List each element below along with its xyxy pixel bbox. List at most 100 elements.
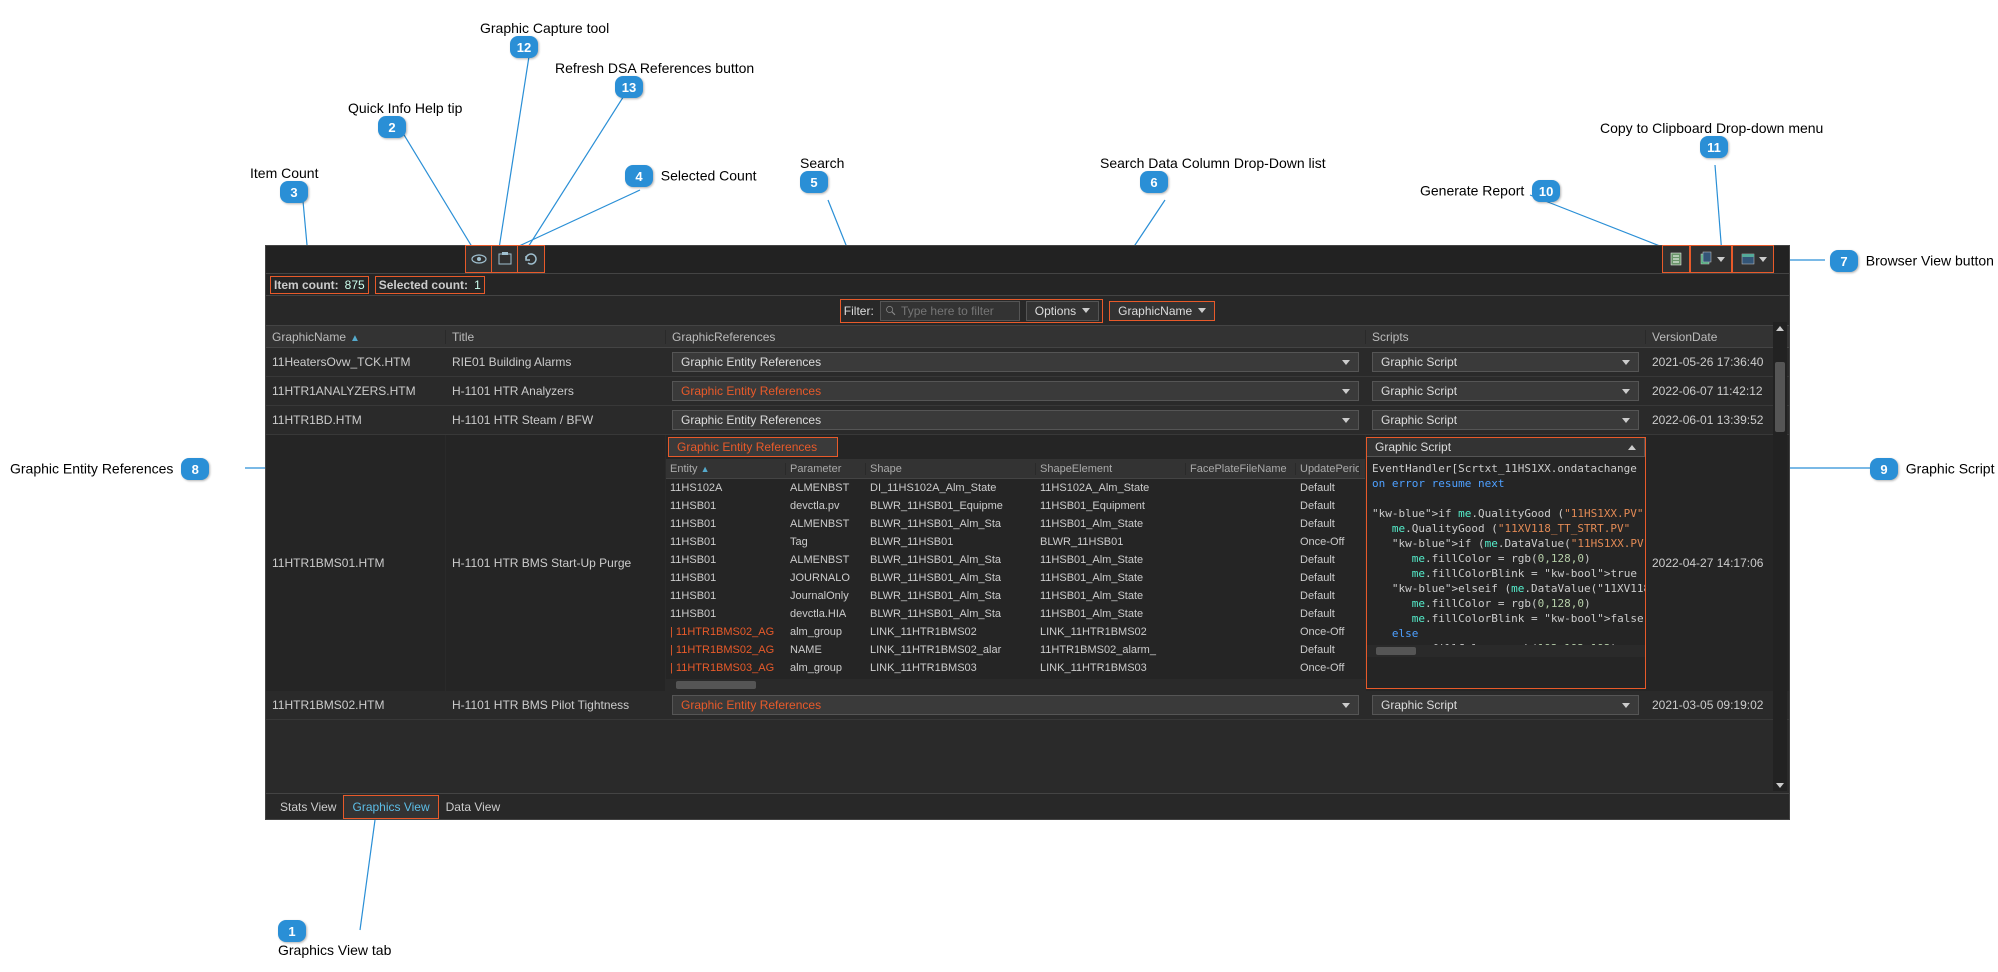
subgrid-row[interactable]: 11HSB01JOURNALOBLWR_11HSB01_Alm_Sta11HSB… — [666, 569, 1365, 587]
browser-icon — [1740, 251, 1756, 267]
chevron-up-icon — [1628, 445, 1636, 450]
graphic-capture-button[interactable] — [492, 246, 518, 272]
cell-refs: Graphic Entity References — [666, 377, 1366, 405]
filter-column-dropdown[interactable]: GraphicName — [1109, 301, 1215, 321]
annotation-9: 9 Graphic Script — [1870, 458, 1994, 480]
cell-title: RIE01 Building Alarms — [446, 348, 666, 376]
subcell-shape: BLWR_11HSB01_Equipme — [866, 500, 1036, 512]
filter-options-dropdown[interactable]: Options — [1026, 301, 1099, 321]
subgrid-header: Entity ▲ Parameter Shape ShapeElement Fa… — [666, 459, 1365, 479]
refs-expander[interactable]: Graphic Entity References — [672, 695, 1359, 715]
refresh-dsa-button[interactable] — [518, 246, 544, 272]
annotation-7: 7 Browser View button — [1830, 250, 1994, 272]
subcell-shapeelement: LINK_11HTR1BMS03 — [1036, 662, 1186, 674]
subcell-entity: 11HSB01 — [666, 554, 786, 566]
table-row[interactable]: 11HTR1BD.HTMH-1101 HTR Steam / BFW Graphi… — [266, 406, 1789, 435]
subgrid-row[interactable]: | 11HTR1BMS03_AGalm_groupLINK_11HTR1BMS0… — [666, 659, 1365, 677]
subgrid-row[interactable]: 11HSB01devctla.pvBLWR_11HSB01_Equipme11H… — [666, 497, 1365, 515]
subgrid-row[interactable]: | 11HTR1BMS02_AGalm_groupLINK_11HTR1BMS0… — [666, 623, 1365, 641]
cell-graphicname: 11HTR1BD.HTM — [266, 406, 446, 434]
toolbar — [266, 246, 1789, 274]
subcell-parameter: ALMENBST — [786, 482, 866, 494]
subgrid-hscrollbar[interactable] — [666, 679, 1365, 691]
tab-graphics[interactable]: Graphics View — [344, 796, 437, 818]
scripts-expander[interactable]: Graphic Script — [1372, 410, 1639, 430]
filter-options-label: Options — [1035, 304, 1076, 318]
subcell-entity: 11HSB01 — [666, 536, 786, 548]
script-hscrollbar[interactable] — [1366, 645, 1645, 657]
scroll-down-icon[interactable] — [1775, 779, 1785, 791]
subcol-updateperiod[interactable]: UpdatePeriod — [1296, 463, 1360, 475]
subcell-entity: 11HSB01 — [666, 518, 786, 530]
table-row[interactable]: 11HeatersOvw_TCK.HTMRIE01 Building Alarm… — [266, 348, 1789, 377]
col-header-graphicname[interactable]: GraphicName▲ — [266, 330, 446, 344]
subcol-faceplate[interactable]: FacePlateFileName — [1186, 463, 1296, 475]
generate-report-button[interactable] — [1663, 246, 1689, 272]
expanded-date-cell: 2022-04-27 14:17:06 — [1646, 435, 1776, 691]
col-header-refs[interactable]: GraphicReferences — [666, 330, 1366, 344]
copy-clipboard-button[interactable] — [1691, 246, 1731, 272]
browser-view-button[interactable] — [1733, 246, 1773, 272]
subgrid-row[interactable]: | 11HTR1BMS02_AGNAMELINK_11HTR1BMS02_ala… — [666, 641, 1365, 659]
chevron-down-icon — [1759, 257, 1767, 262]
subgrid-row[interactable]: 11HSB01ALMENBSTBLWR_11HSB01_Alm_Sta11HSB… — [666, 551, 1365, 569]
subgrid-row[interactable]: 11HS102AALMENBSTDI_11HS102A_Alm_State11H… — [666, 479, 1365, 497]
cell-graphicname: 11HTR1BMS02.HTM — [266, 691, 446, 719]
subgrid-row[interactable]: 11HSB01JournalOnlyBLWR_11HSB01_Alm_Sta11… — [666, 587, 1365, 605]
subcol-entity[interactable]: Entity ▲ — [666, 463, 786, 475]
refresh-icon — [523, 251, 539, 267]
refs-expander[interactable]: Graphic Entity References — [672, 352, 1359, 372]
chevron-down-icon — [1198, 308, 1206, 313]
grid-header: GraphicName▲ Title GraphicReferences Scr… — [266, 326, 1789, 348]
annotation-3: Item Count3 — [250, 165, 318, 203]
expanded-row: 11HTR1BMS01.HTM H-1101 HTR BMS Start-Up … — [266, 435, 1789, 691]
annotation-10: Generate Report 10 — [1420, 180, 1560, 202]
subgrid-row[interactable]: 11HSB01ALMENBSTBLWR_11HSB01_Alm_Sta11HSB… — [666, 515, 1365, 533]
vertical-scrollbar[interactable] — [1773, 322, 1787, 791]
subgrid-body: 11HS102AALMENBSTDI_11HS102A_Alm_State11H… — [666, 479, 1365, 679]
subgrid-row[interactable]: 11HSB01devctla.HIABLWR_11HSB01_Alm_Sta11… — [666, 605, 1365, 623]
subcol-shape[interactable]: Shape — [866, 463, 1036, 475]
tab-data[interactable]: Data View — [438, 796, 508, 818]
cell-scripts: Graphic Script — [1366, 377, 1646, 405]
filter-label: Filter: — [844, 304, 874, 318]
clipboard-icon — [1698, 251, 1714, 267]
col-header-scripts[interactable]: Scripts — [1366, 330, 1646, 344]
col-header-date[interactable]: VersionDate — [1646, 330, 1776, 344]
cell-refs: Graphic Entity References — [666, 348, 1366, 376]
scroll-up-icon[interactable] — [1775, 322, 1785, 334]
subcell-shape: BLWR_11HSB01_Alm_Sta — [866, 554, 1036, 566]
graphic-script-expander[interactable]: Graphic Script — [1366, 437, 1645, 457]
chevron-down-icon — [1717, 257, 1725, 262]
subcell-updateperiod: Default — [1296, 608, 1360, 620]
scripts-expander[interactable]: Graphic Script — [1372, 352, 1639, 372]
capture-icon — [497, 251, 513, 267]
col-header-title[interactable]: Title — [446, 330, 666, 344]
subcell-parameter: ALMENBST — [786, 554, 866, 566]
chevron-down-icon — [1622, 703, 1630, 708]
refs-expander[interactable]: Graphic Entity References — [672, 381, 1359, 401]
tab-stats[interactable]: Stats View — [272, 796, 344, 818]
cell-title: H-1101 HTR Steam / BFW — [446, 406, 666, 434]
table-row[interactable]: 11HTR1BMS02.HTM H-1101 HTR BMS Pilot Tig… — [266, 691, 1789, 720]
filter-input-wrap[interactable] — [880, 301, 1020, 321]
refs-expander[interactable]: Graphic Entity References — [672, 410, 1359, 430]
filter-input[interactable] — [901, 304, 1015, 318]
subgrid-row[interactable]: 11HSB01TagBLWR_11HSB01BLWR_11HSB01Once-O… — [666, 533, 1365, 551]
subcell-entity: 11HS102A — [666, 482, 786, 494]
subcell-shapeelement: 11HSB01_Alm_State — [1036, 518, 1186, 530]
subcol-shapeelement[interactable]: ShapeElement — [1036, 463, 1186, 475]
expanded-title-cell: H-1101 HTR BMS Start-Up Purge — [446, 435, 666, 691]
scroll-thumb[interactable] — [1775, 362, 1785, 432]
subcell-shape: DI_11HS102A_Alm_State — [866, 482, 1036, 494]
quick-info-button[interactable] — [466, 246, 492, 272]
filter-bar: Filter: Options GraphicName — [266, 296, 1789, 326]
scripts-expander[interactable]: Graphic Script — [1372, 695, 1639, 715]
graphic-entity-refs-expander[interactable]: Graphic Entity References — [668, 437, 838, 457]
subcell-entity: | 11HTR1BMS02_AG — [666, 626, 786, 638]
subcell-parameter: ALMENBST — [786, 518, 866, 530]
scripts-expander[interactable]: Graphic Script — [1372, 381, 1639, 401]
subcol-parameter[interactable]: Parameter — [786, 463, 866, 475]
subcell-parameter: devctla.pv — [786, 500, 866, 512]
table-row[interactable]: 11HTR1ANALYZERS.HTMH-1101 HTR AnalyzersG… — [266, 377, 1789, 406]
